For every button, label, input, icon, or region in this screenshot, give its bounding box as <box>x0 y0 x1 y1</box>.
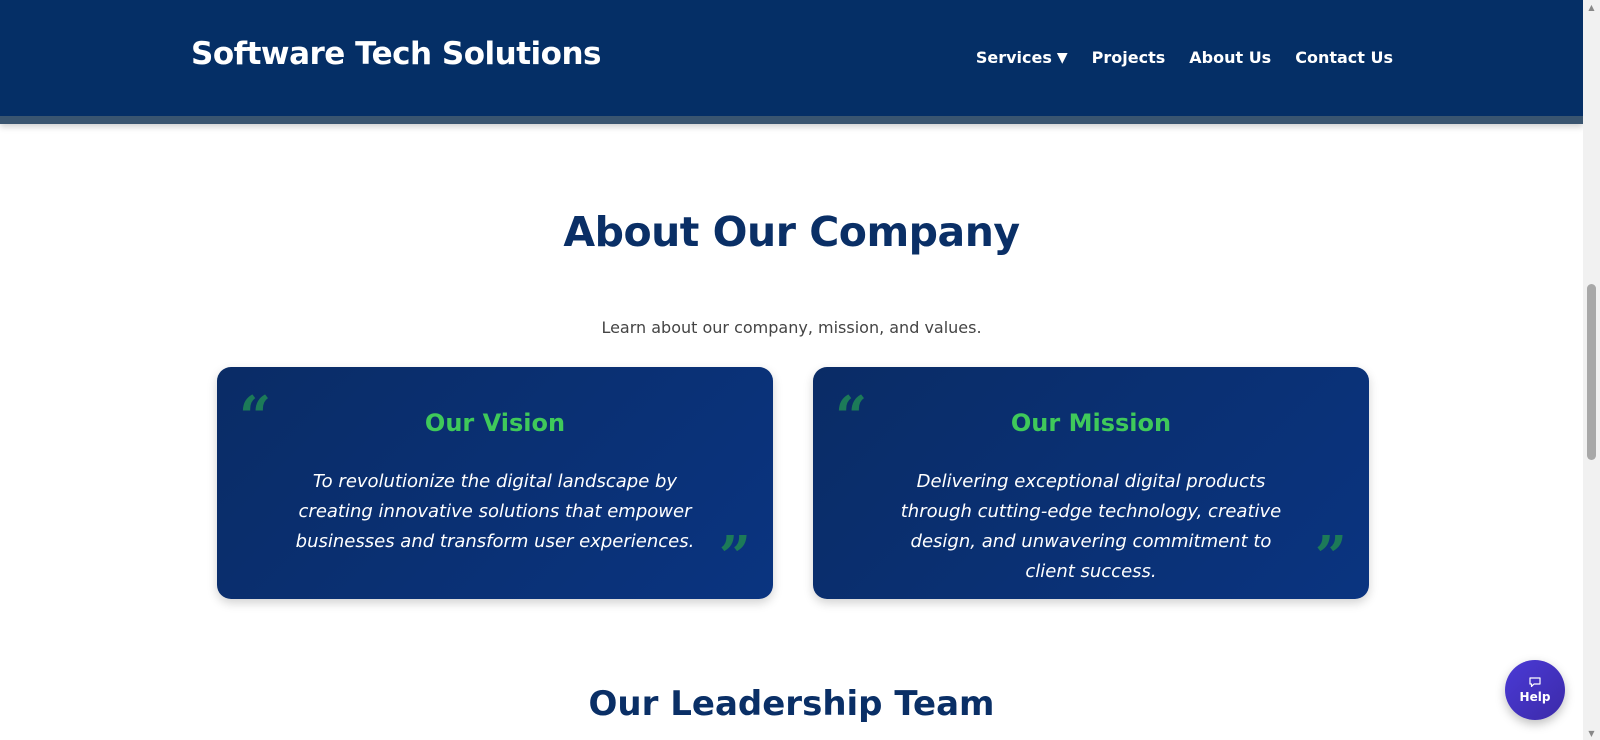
chevron-down-icon: ▼ <box>1056 49 1068 66</box>
nav-services[interactable]: Services ▼ <box>976 48 1068 67</box>
mission-title: Our Mission <box>1010 409 1172 437</box>
nav-about-us-label: About Us <box>1189 48 1272 67</box>
page-title: About Our Company <box>563 208 1020 256</box>
nav-about-us[interactable]: About Us <box>1189 48 1271 67</box>
vision-card: “ Our Vision To revolutionize the digita… <box>217 367 773 599</box>
mission-text: Delivering exceptional digital products … <box>900 471 1282 582</box>
help-label: Help <box>1519 689 1551 704</box>
nav-projects[interactable]: Projects <box>1092 48 1166 67</box>
nav-contact-us[interactable]: Contact Us <box>1295 48 1393 67</box>
nav-services-label: Services <box>975 48 1052 67</box>
page-subtitle: Learn about our company, mission, and va… <box>601 318 982 337</box>
scroll-down-arrow-icon[interactable]: ▼ <box>1583 726 1600 740</box>
leadership-title: Our Leadership Team <box>588 684 995 724</box>
nav-projects-label: Projects <box>1091 48 1166 67</box>
page: Software Tech Solutions Services ▼ Proje… <box>0 0 1600 740</box>
main-nav: Services ▼ Projects About Us Contact Us <box>976 48 1393 67</box>
vision-title: Our Vision <box>424 409 566 437</box>
brand-logo-text[interactable]: Software Tech Solutions <box>191 36 601 72</box>
scrollbar-thumb[interactable] <box>1587 284 1596 460</box>
quote-close-icon: ” <box>718 524 751 590</box>
help-button[interactable]: Help <box>1505 660 1565 720</box>
chat-icon <box>1529 676 1541 687</box>
nav-contact-us-label: Contact Us <box>1295 48 1393 67</box>
mission-card: “ Our Mission Delivering exceptional dig… <box>813 367 1369 599</box>
quote-close-icon: ” <box>1314 524 1347 590</box>
vision-text: To revolutionize the digital landscape b… <box>295 471 695 552</box>
vertical-scrollbar[interactable]: ▲ ▼ <box>1583 0 1600 740</box>
scroll-up-arrow-icon[interactable]: ▲ <box>1583 0 1600 14</box>
site-header: Software Tech Solutions Services ▼ Proje… <box>0 0 1583 124</box>
